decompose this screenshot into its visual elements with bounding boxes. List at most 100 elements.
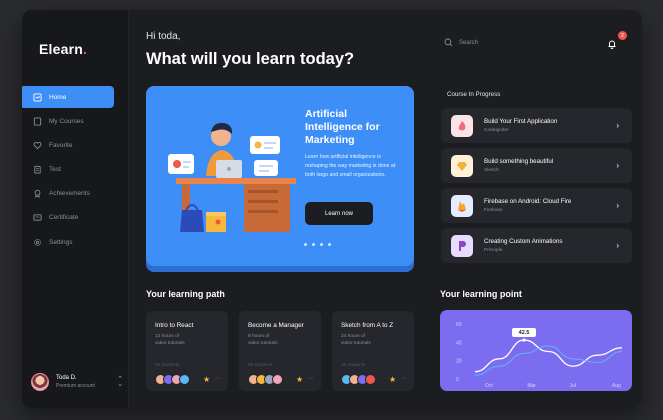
card-hours: 8 hours of video tutorials [248, 334, 278, 346]
certificate-icon [32, 213, 42, 223]
chevron-right-icon[interactable]: › [616, 241, 619, 250]
avatar-group [248, 374, 283, 385]
y-tick-label: 20 [456, 359, 462, 365]
sidebar-item-my-courses[interactable]: My Courses [22, 110, 128, 132]
sidebar-item-label: Certificate [49, 214, 79, 222]
series-line [474, 345, 623, 376]
card-hours: 12 hours of video tutorials [155, 334, 185, 346]
course-card-sketch[interactable]: Build something beautiful Sketch › [441, 148, 632, 183]
user-role: Premium account [56, 383, 95, 389]
card-hours: 24 hours of video tutorials [341, 334, 371, 346]
course-card-firebase[interactable]: Firebase on Android: Cloud Fire Firebase… [441, 188, 632, 223]
card-title: Intro to React [155, 322, 194, 329]
course-subtitle: Codeigniter [484, 128, 509, 133]
course-card-codeigniter[interactable]: Build Your First Application Codeigniter… [441, 108, 632, 143]
learning-path-heading: Your learning path [146, 289, 225, 299]
carousel-dot[interactable] [312, 243, 315, 246]
y-tick-label: 40 [456, 340, 462, 346]
more-icon[interactable]: ⋯ [308, 375, 314, 382]
featured-course-title: Artificial Intelligence for Marketing [305, 108, 380, 146]
star-icon[interactable]: ★ [203, 375, 210, 384]
sidebar-item-favorite[interactable]: Favorite [22, 134, 128, 156]
learning-point-heading: Your learning point [440, 289, 522, 299]
sidebar-item-label: Home [49, 93, 67, 101]
book-icon [32, 116, 42, 126]
search-placeholder: Search [459, 39, 479, 46]
sidebar-item-label: My Courses [49, 117, 84, 125]
search-icon [444, 38, 453, 47]
chevron-updown-icon[interactable]: ⌃ ⌄ [117, 376, 123, 388]
codeigniter-icon [451, 114, 473, 137]
illustration-image [168, 122, 296, 232]
carousel-dot[interactable] [328, 243, 331, 246]
y-tick-label: 60 [456, 322, 462, 328]
sidebar-item-settings[interactable]: Settings [22, 231, 128, 253]
x-tick-label: Jul [570, 383, 576, 389]
learning-path-card-manager[interactable]: Become a Manager 8 hours of video tutoria… [239, 311, 321, 391]
card-enrolled: 6K students [248, 362, 273, 367]
learning-path-card-react[interactable]: Intro to React 12 hours of video tutorial… [146, 311, 228, 391]
principle-icon [451, 234, 473, 257]
course-subtitle: Sketch [484, 168, 499, 173]
card-enrolled: 4K students [155, 362, 180, 367]
course-card-principle[interactable]: Creating Custom Animations Principle › [441, 228, 632, 263]
more-icon[interactable]: ⋯ [215, 375, 221, 382]
avatar-group [341, 374, 376, 385]
sidebar: Elearn. Home My Courses Favorite Test Ac… [22, 10, 129, 408]
learn-now-button[interactable]: Learn now [305, 202, 373, 225]
avatar [31, 373, 49, 391]
course-title: Build something beautiful [484, 158, 554, 165]
x-tick-label: Mar [527, 383, 536, 389]
star-icon[interactable]: ★ [389, 375, 396, 384]
x-tick-label: Aug [612, 383, 621, 389]
sidebar-item-label: Favorite [49, 141, 73, 149]
logo[interactable]: Elearn. [39, 41, 87, 57]
avatar-group [155, 374, 190, 385]
featured-course-description: Learn how artificial intelligence is res… [305, 154, 396, 178]
clipboard-icon [32, 165, 42, 175]
series-line [474, 339, 623, 373]
card-title: Become a Manager [248, 322, 304, 329]
bell-icon [608, 40, 616, 49]
sidebar-item-test[interactable]: Test [22, 159, 128, 181]
tooltip-value: 42.5 [519, 330, 530, 336]
sidebar-item-label: Settings [49, 238, 73, 246]
learning-path-card-sketch[interactable]: Sketch from A to Z 24 hours of video tuto… [332, 311, 414, 391]
search-input[interactable]: Search [444, 38, 478, 47]
course-title: Build Your First Application [484, 118, 558, 125]
course-title: Creating Custom Animations [484, 238, 563, 245]
course-in-progress-heading: Course In Progress [447, 91, 501, 98]
card-enrolled: 2K students [341, 362, 366, 367]
trophy-icon [32, 189, 42, 199]
avatar [365, 374, 376, 385]
y-tick-label: 0 [456, 377, 459, 383]
user-name: Toda D. [56, 375, 77, 381]
greeting: Hi toda, [146, 31, 181, 42]
carousel-dot[interactable] [304, 243, 307, 246]
chevron-right-icon[interactable]: › [616, 121, 619, 130]
sidebar-item-certificate[interactable]: Certificate [22, 207, 128, 229]
featured-course-card[interactable]: Artificial Intelligence for Marketing Le… [146, 86, 414, 266]
firebase-icon [451, 194, 473, 217]
sidebar-item-label: Test [49, 166, 61, 174]
data-point[interactable] [522, 338, 526, 342]
carousel-dots[interactable] [304, 243, 331, 246]
learning-point-chart: 0 20 40 60 Oct Mar Jul Aug 42.5 [440, 310, 632, 391]
user-profile[interactable]: Toda D. Premium account ⌃ ⌄ [31, 373, 123, 391]
chevron-right-icon[interactable]: › [616, 201, 619, 210]
chevron-right-icon[interactable]: › [616, 161, 619, 170]
avatar [272, 374, 283, 385]
app-window: Elearn. Home My Courses Favorite Test Ac… [22, 10, 642, 408]
carousel-dot[interactable] [320, 243, 323, 246]
sidebar-item-home[interactable]: Home [22, 86, 114, 108]
course-subtitle: Firebase [484, 208, 503, 213]
sidebar-item-achievements[interactable]: Achievements [22, 183, 128, 205]
star-icon[interactable]: ★ [296, 375, 303, 384]
gear-icon [32, 237, 42, 247]
more-icon[interactable]: ⋯ [401, 375, 407, 382]
sidebar-nav: Home My Courses Favorite Test Achievemen… [22, 86, 128, 255]
card-title: Sketch from A to Z [341, 322, 394, 329]
avatar [179, 374, 190, 385]
sidebar-item-label: Achievements [49, 190, 90, 198]
home-icon [32, 92, 42, 102]
